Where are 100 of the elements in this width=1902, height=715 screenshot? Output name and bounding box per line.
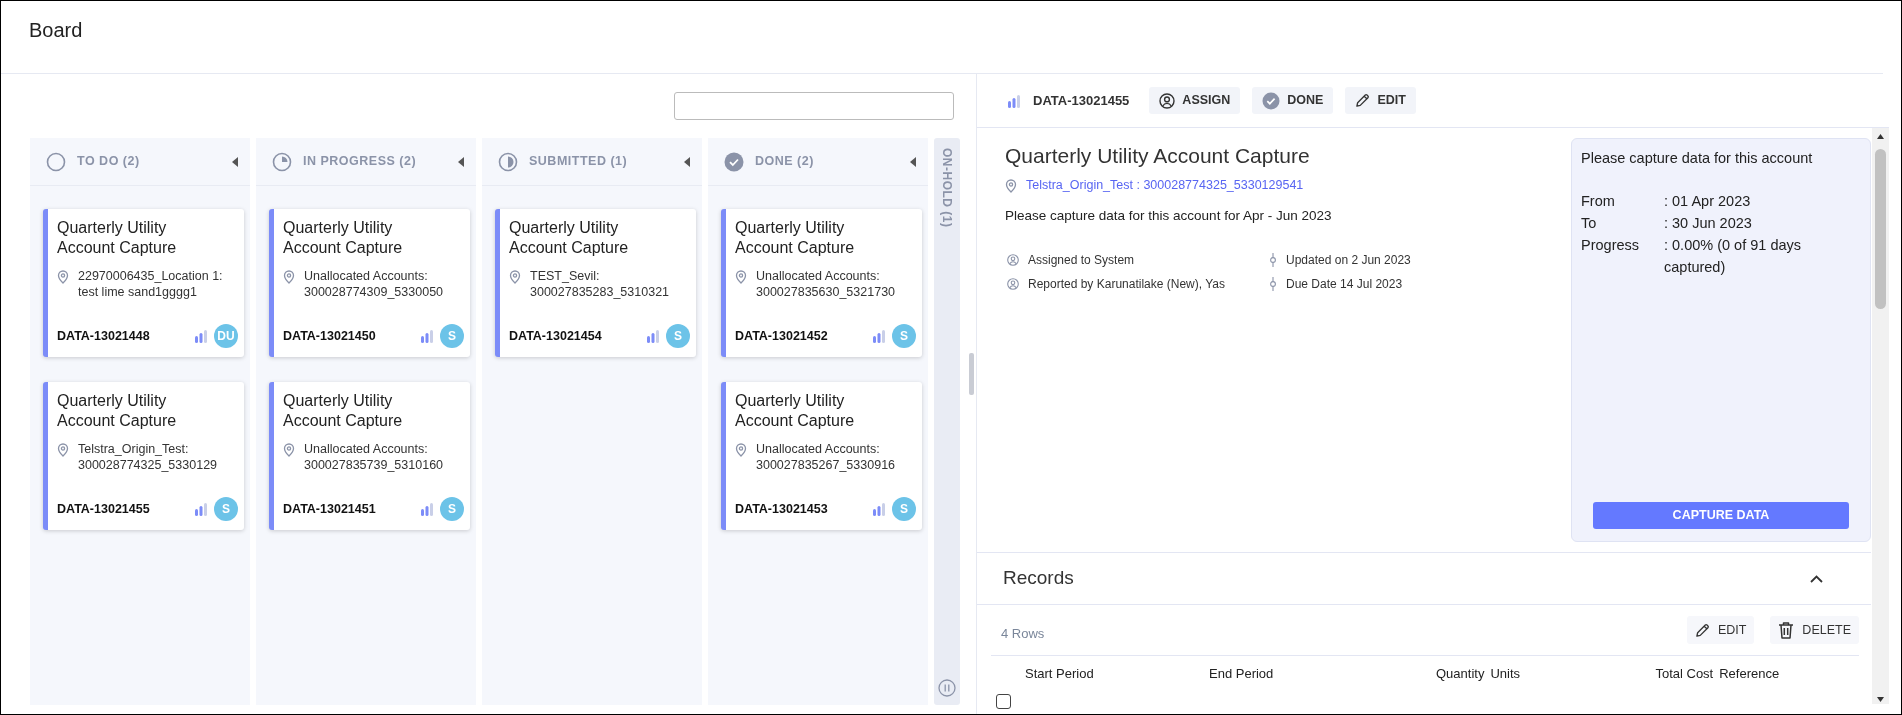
location-pin-icon (283, 443, 295, 457)
meta-text: Updated on 2 Jun 2023 (1286, 251, 1411, 269)
status-icon (724, 151, 744, 172)
status-icon (498, 151, 518, 172)
meta-text: Reported by Karunatilake (New), Yas (1028, 275, 1225, 293)
priority-icon (1007, 93, 1021, 108)
card-title: Quarterly Utility Account Capture (735, 218, 856, 258)
task-card[interactable]: Quarterly Utility Account Capture 22970006435_Location 1: test lime sand1gggg1 DATA-13021448 DU (43, 209, 244, 357)
card-id: DATA-13021453 (735, 500, 828, 518)
meta-text: Due Date 14 Jul 2023 (1286, 275, 1403, 293)
card-id: DATA-13021451 (283, 500, 376, 518)
card-location: Telstra_Origin_Test: 300028774325_5330129 (78, 441, 219, 473)
page-title: Board (29, 19, 83, 41)
location-link[interactable]: Telstra_Origin_Test : 300028774325_5330129541 (1026, 175, 1304, 195)
column-title: SUBMITTED (1) (529, 153, 628, 171)
user-icon (1159, 92, 1176, 109)
collapse-caret-icon[interactable] (684, 156, 690, 167)
task-card[interactable]: Quarterly Utility Account Capture Unallocated Accounts: 300027835267_5330916 DATA-13021453 S (721, 382, 922, 530)
card-location: Unallocated Accounts: 300027835630_5321730 (756, 268, 897, 300)
priority-icon (646, 329, 660, 343)
info-heading: Please capture data for this account (1581, 149, 1814, 168)
priority-icon (872, 502, 886, 516)
scrollbar-thumb[interactable] (1875, 149, 1886, 309)
status-icon (272, 151, 292, 172)
avatar: DU (214, 324, 238, 348)
info-label: To (1581, 213, 1598, 233)
scroll-up-icon[interactable] (1877, 134, 1884, 139)
column-title: TO DO (2) (77, 153, 140, 171)
location-pin-icon (57, 270, 69, 284)
capture-data-button[interactable]: CAPTURE DATA (1593, 502, 1849, 529)
avatar: S (440, 324, 464, 348)
column-header: Quantity (1436, 665, 1485, 683)
user-icon (1007, 253, 1019, 266)
resize-handle[interactable] (969, 353, 974, 395)
info-label: Progress (1581, 235, 1641, 255)
column-header: Total Cost (1655, 665, 1714, 683)
card-title: Quarterly Utility Account Capture (57, 218, 178, 258)
card-title: Quarterly Utility Account Capture (283, 391, 404, 431)
check-circle-icon (1262, 91, 1281, 110)
card-location: 22970006435_Location 1: test lime sand1gggg1 (78, 268, 224, 300)
section-title: Records (1003, 566, 1074, 591)
table-action-button[interactable]: DELETE (1770, 616, 1859, 644)
priority-icon (420, 502, 434, 516)
collapse-caret-icon[interactable] (458, 156, 464, 167)
column-title: DONE (2) (755, 153, 814, 171)
card-id: DATA-13021454 (509, 327, 602, 345)
task-card[interactable]: Quarterly Utility Account Capture TEST_Sevil: 300027835283_5310321 DATA-13021454 S (495, 209, 696, 357)
scroll-down-icon[interactable] (1877, 697, 1884, 702)
task-title: Quarterly Utility Account Capture (1005, 143, 1311, 169)
pencil-icon (1694, 622, 1710, 638)
column-header: Units (1490, 665, 1522, 683)
toolbar-button[interactable]: EDIT (1345, 87, 1416, 114)
column-title: IN PROGRESS (2) (303, 153, 417, 171)
location-pin-icon (509, 270, 521, 284)
toolbar-button[interactable]: DONE (1252, 87, 1334, 114)
info-value: : 30 Jun 2023 (1664, 213, 1753, 233)
column-header: Reference (1719, 665, 1780, 683)
scrollbar[interactable] (1872, 128, 1889, 704)
meta-text: Assigned to System (1028, 251, 1135, 269)
task-card[interactable]: Quarterly Utility Account Capture Unallocated Accounts: 300028774309_5330050 DATA-13021450 S (269, 209, 470, 357)
row-checkbox[interactable] (996, 693, 1011, 709)
card-location: Unallocated Accounts: 300028774309_5330050 (304, 268, 445, 300)
avatar: S (666, 324, 690, 348)
task-card[interactable]: Quarterly Utility Account Capture Unallocated Accounts: 300027835739_5310160 DATA-13021451 S (269, 382, 470, 530)
card-location: Unallocated Accounts: 300027835739_5310160 (304, 441, 445, 473)
task-description: Please capture data for this account for Apr - Jun 2023 (1005, 207, 1333, 226)
avatar: S (214, 497, 238, 521)
location-pin-icon (735, 443, 747, 457)
trash-icon (1778, 621, 1795, 639)
info-label: From (1581, 191, 1616, 211)
card-id: DATA-13021448 (57, 327, 150, 345)
row-count: 4 Rows (1001, 625, 1045, 644)
collapse-caret-icon[interactable] (910, 156, 916, 167)
location-pin-icon (735, 270, 747, 284)
avatar: S (892, 497, 916, 521)
priority-icon (872, 329, 886, 343)
card-location: TEST_Sevil: 300027835283_5310321 (530, 268, 671, 300)
collapse-caret-icon[interactable] (232, 156, 238, 167)
card-id: DATA-13021455 (57, 500, 150, 518)
location-pin-icon (283, 270, 295, 284)
milestone-icon (1269, 276, 1277, 291)
task-card[interactable]: Quarterly Utility Account Capture Unallocated Accounts: 300027835630_5321730 DATA-13021452 S (721, 209, 922, 357)
card-location: Unallocated Accounts: 300027835267_5330916 (756, 441, 897, 473)
location-pin-icon (57, 443, 69, 457)
chevron-icon[interactable] (1810, 574, 1823, 583)
column-header: Start Period (1025, 665, 1095, 683)
pause-icon[interactable] (938, 679, 956, 697)
info-value: : 0.00% (0 of 91 days captured) (1664, 235, 1803, 277)
task-card[interactable]: Quarterly Utility Account Capture Telstra_Origin_Test: 300028774325_5330129 DATA-13021455 S (43, 382, 244, 530)
search-field[interactable] (674, 92, 954, 120)
card-title: Quarterly Utility Account Capture (57, 391, 178, 431)
card-title: Quarterly Utility Account Capture (509, 218, 630, 258)
priority-icon (194, 329, 208, 343)
toolbar-button[interactable]: ASSIGN (1149, 87, 1241, 114)
table-action-button[interactable]: EDIT (1686, 616, 1755, 644)
card-id: DATA-13021450 (283, 327, 376, 345)
avatar: S (440, 497, 464, 521)
location-pin-icon (1005, 178, 1017, 193)
info-value: : 01 Apr 2023 (1664, 191, 1752, 211)
card-id: DATA-13021452 (735, 327, 828, 345)
